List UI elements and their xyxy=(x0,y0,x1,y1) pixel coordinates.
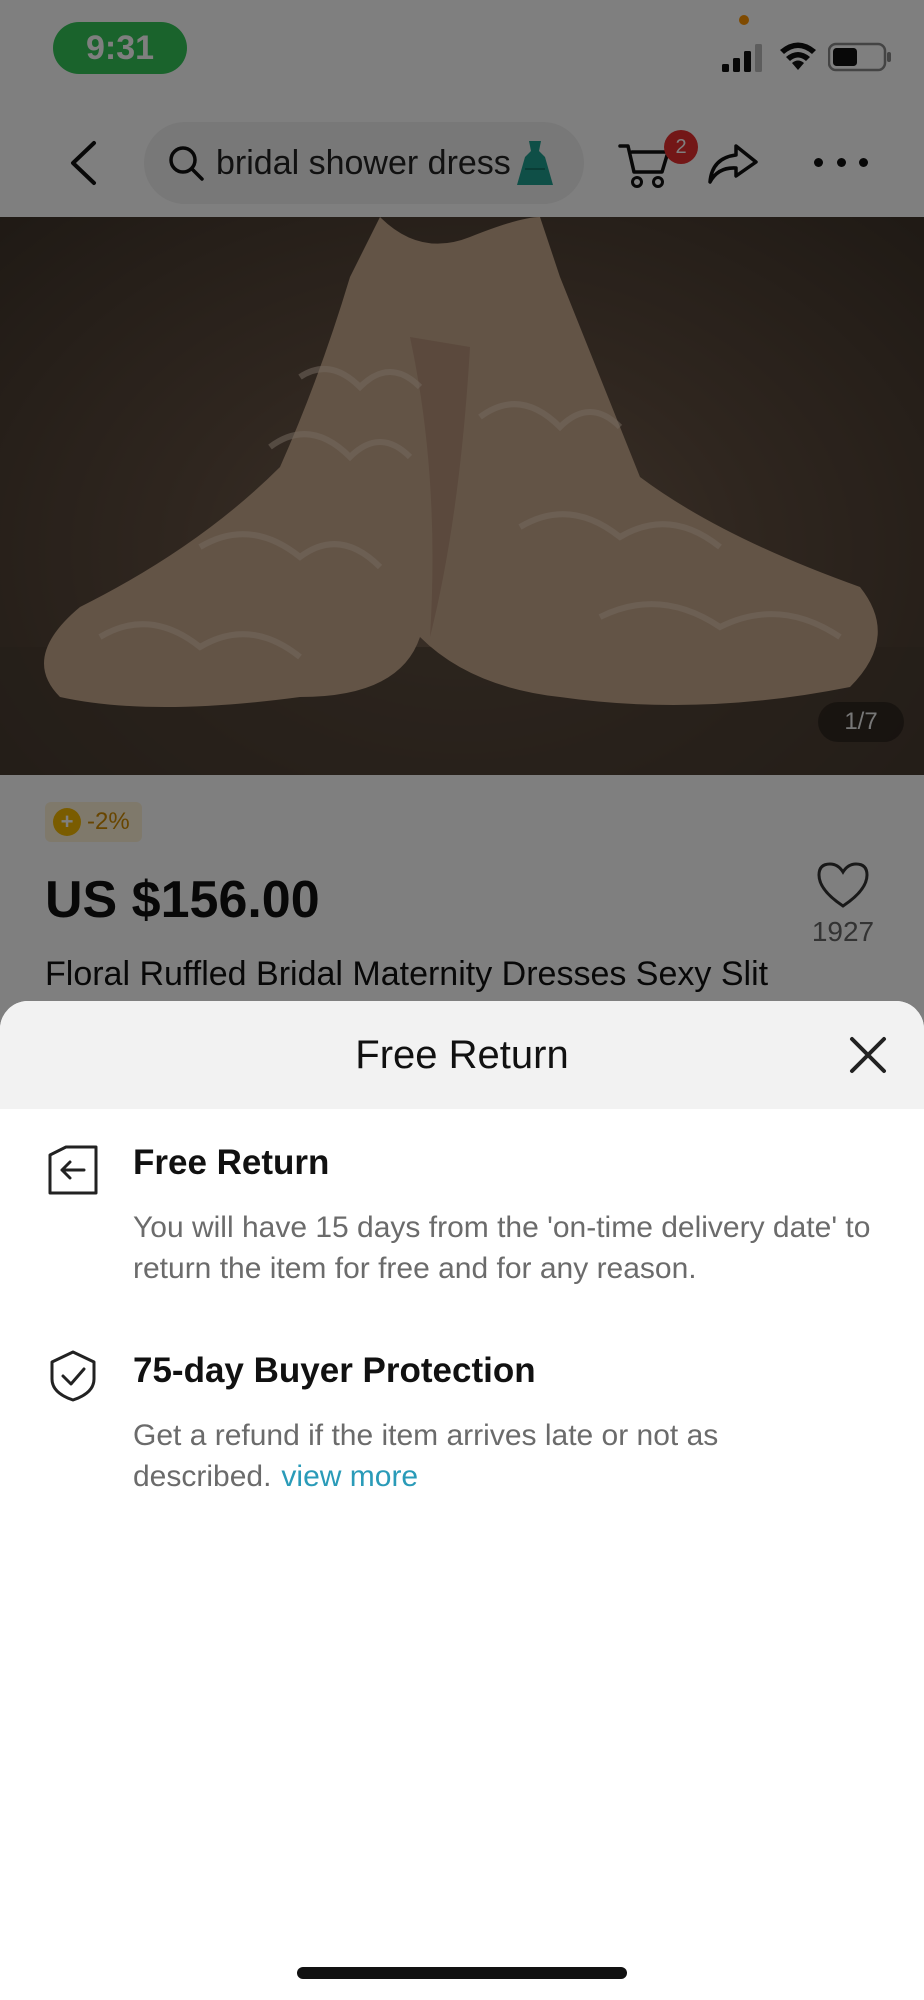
sheet-header: Free Return xyxy=(0,1001,924,1109)
feature-title: Free Return xyxy=(133,1143,330,1182)
shield-check-icon xyxy=(50,1350,96,1402)
return-box-icon xyxy=(48,1145,98,1195)
feature-description: Get a refund if the item arrives late or… xyxy=(133,1415,893,1497)
sheet-title: Free Return xyxy=(355,1032,569,1077)
feature-description: You will have 15 days from the 'on-time … xyxy=(133,1211,871,1285)
home-indicator xyxy=(297,1967,627,1979)
free-return-sheet: Free Return Free Return You will have 15… xyxy=(0,1001,924,2000)
feature-description-text: Get a refund if the item arrives late or… xyxy=(133,1419,719,1493)
close-button[interactable] xyxy=(846,1033,890,1077)
feature-title: 75-day Buyer Protection xyxy=(133,1351,536,1390)
view-more-link[interactable]: view more xyxy=(281,1460,418,1493)
